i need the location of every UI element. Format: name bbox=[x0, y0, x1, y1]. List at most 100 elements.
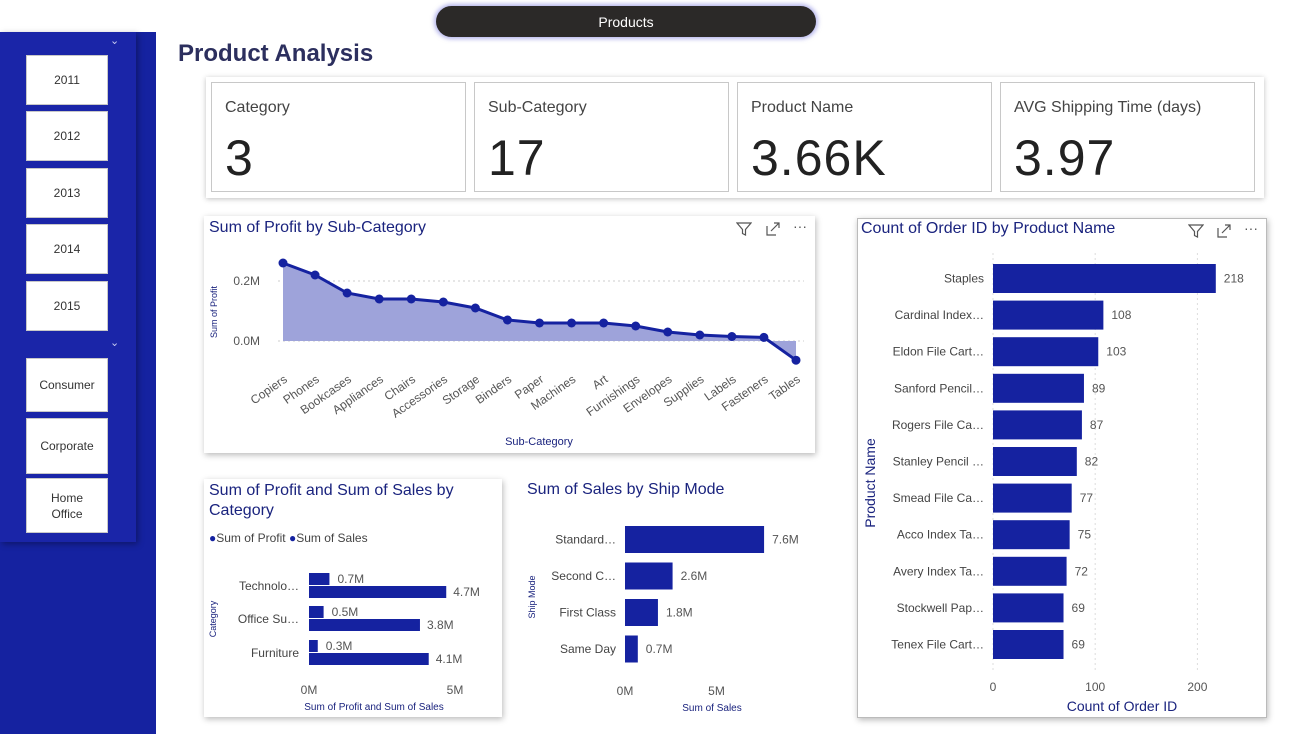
bar bbox=[993, 630, 1064, 659]
kpi-value: 3 bbox=[225, 130, 254, 186]
x-tick-label: 0M bbox=[617, 684, 634, 698]
profit-sales-by-category-visual[interactable]: Sum of Profit and Sum of Sales by Catego… bbox=[204, 479, 502, 717]
products-page-tab[interactable]: Products bbox=[436, 6, 816, 37]
x-tick-label: Copiers bbox=[248, 372, 290, 407]
y-axis-title: Product Name bbox=[862, 438, 878, 528]
data-label: 4.1M bbox=[436, 652, 463, 666]
year-slicer-2012[interactable]: 2012 bbox=[26, 111, 108, 161]
bar bbox=[625, 635, 638, 663]
segment-slicer-home-office[interactable]: Home Office bbox=[26, 478, 108, 533]
x-tick-label: Tables bbox=[766, 372, 802, 403]
bar bbox=[993, 264, 1216, 293]
category-label: Standard… bbox=[555, 533, 616, 547]
more-options-icon[interactable]: ··· bbox=[1244, 220, 1258, 236]
data-point bbox=[278, 258, 288, 268]
category-label: Acco Index Ta… bbox=[897, 528, 984, 542]
year-slicer-2013[interactable]: 2013 bbox=[26, 168, 108, 218]
data-point bbox=[406, 294, 416, 304]
bar bbox=[993, 447, 1077, 476]
category-label: Rogers File Ca… bbox=[892, 418, 984, 432]
data-label: 2.6M bbox=[681, 569, 708, 583]
kpi-value: 3.66K bbox=[751, 130, 887, 186]
x-tick-label: Storage bbox=[440, 372, 483, 408]
data-point bbox=[342, 288, 352, 298]
profit-by-subcategory-visual[interactable]: Sum of Profit by Sub-Category ··· 0.2M 0.… bbox=[204, 216, 815, 453]
category-label: Sanford Pencil… bbox=[894, 381, 984, 395]
data-label: 77 bbox=[1080, 491, 1094, 505]
x-axis-title: Sum of Sales bbox=[682, 703, 741, 714]
year-slicer-2011[interactable]: 2011 bbox=[26, 55, 108, 105]
bar bbox=[993, 520, 1070, 550]
bar bbox=[993, 556, 1067, 586]
focus-mode-icon[interactable] bbox=[1216, 223, 1232, 242]
data-point bbox=[535, 318, 544, 328]
category-label: Smead File Ca… bbox=[893, 491, 984, 505]
category-label: Second C… bbox=[551, 569, 616, 583]
visual-title: Sum of Sales by Ship Mode bbox=[527, 481, 725, 498]
filter-icon[interactable] bbox=[735, 221, 753, 240]
sales-by-shipmode-visual[interactable]: Sum of Sales by Ship Mode Standard… 7.6M S… bbox=[522, 479, 822, 717]
y-tick-label: 0.0M bbox=[233, 334, 260, 348]
category-label: Furniture bbox=[251, 646, 299, 660]
data-point bbox=[374, 294, 384, 304]
x-axis-title: Sub-Category bbox=[505, 436, 573, 448]
bar-profit bbox=[309, 606, 324, 618]
data-label: 69 bbox=[1072, 601, 1086, 615]
chevron-down-icon[interactable]: ⌄ bbox=[110, 336, 119, 349]
bar bbox=[625, 599, 658, 626]
data-point bbox=[567, 318, 577, 328]
data-point bbox=[438, 297, 448, 307]
chevron-down-icon[interactable]: ⌄ bbox=[110, 34, 119, 47]
kpi-card-product-name[interactable]: Product Name 3.66K bbox=[737, 82, 992, 192]
bar bbox=[993, 593, 1064, 623]
segment-slicer-consumer[interactable]: Consumer bbox=[26, 358, 108, 412]
bar-sales bbox=[309, 653, 429, 665]
kpi-card-sub-category[interactable]: Sub-Category 17 bbox=[474, 82, 729, 192]
focus-mode-icon[interactable] bbox=[765, 221, 781, 240]
y-tick-label: 0.2M bbox=[233, 274, 260, 288]
y-axis-title: Ship Mode bbox=[527, 575, 537, 618]
kpi-card-avg-shipping-time[interactable]: AVG Shipping Time (days) 3.97 bbox=[1000, 82, 1255, 192]
category-label: Cardinal Index… bbox=[895, 308, 984, 322]
data-point bbox=[502, 315, 512, 325]
category-label: Technolo… bbox=[239, 579, 299, 593]
bar-sales bbox=[309, 619, 420, 631]
data-point bbox=[695, 330, 705, 340]
visual-title: Sum of Profit by Sub-Category bbox=[209, 219, 426, 236]
bar bbox=[993, 337, 1099, 367]
data-label: 0.3M bbox=[326, 639, 353, 653]
kpi-label: Category bbox=[225, 99, 290, 116]
x-axis-title: Sum of Profit and Sum of Sales bbox=[304, 702, 444, 713]
x-tick-label: 5M bbox=[447, 683, 464, 697]
data-point bbox=[759, 332, 769, 342]
year-slicer-2015[interactable]: 2015 bbox=[26, 281, 108, 331]
visual-title: Count of Order ID by Product Name bbox=[861, 220, 1116, 237]
bar-profit bbox=[309, 573, 330, 585]
data-label: 3.8M bbox=[427, 618, 454, 632]
category-label: Avery Index Ta… bbox=[893, 564, 984, 578]
bar bbox=[625, 562, 673, 590]
bar-sales bbox=[309, 586, 447, 598]
data-point bbox=[599, 318, 609, 328]
year-slicer-2014[interactable]: 2014 bbox=[26, 224, 108, 274]
bar bbox=[993, 410, 1082, 440]
x-tick-label: Art bbox=[590, 372, 611, 393]
data-label: 69 bbox=[1072, 638, 1086, 652]
data-label: 0.7M bbox=[646, 642, 673, 656]
data-point bbox=[791, 355, 801, 365]
data-label: 4.7M bbox=[453, 585, 480, 599]
bar bbox=[625, 526, 765, 553]
category-label: Tenex File Cart… bbox=[891, 638, 984, 652]
x-tick-label: 5M bbox=[708, 684, 725, 698]
chart-legend: ●Sum of Profit ●Sum of Sales bbox=[209, 531, 368, 545]
x-tick-label: Binders bbox=[473, 372, 514, 407]
filter-icon[interactable] bbox=[1187, 223, 1205, 242]
kpi-value: 3.97 bbox=[1014, 130, 1116, 186]
x-axis-title: Count of Order ID bbox=[1067, 698, 1178, 714]
kpi-card-category[interactable]: Category 3 bbox=[211, 82, 466, 192]
more-options-icon[interactable]: ··· bbox=[793, 218, 807, 234]
order-count-by-product-visual[interactable]: Count of Order ID by Product Name ··· St… bbox=[857, 218, 1267, 718]
category-label: Staples bbox=[944, 272, 984, 286]
data-label: 0.7M bbox=[337, 572, 364, 586]
segment-slicer-corporate[interactable]: Corporate bbox=[26, 418, 108, 474]
